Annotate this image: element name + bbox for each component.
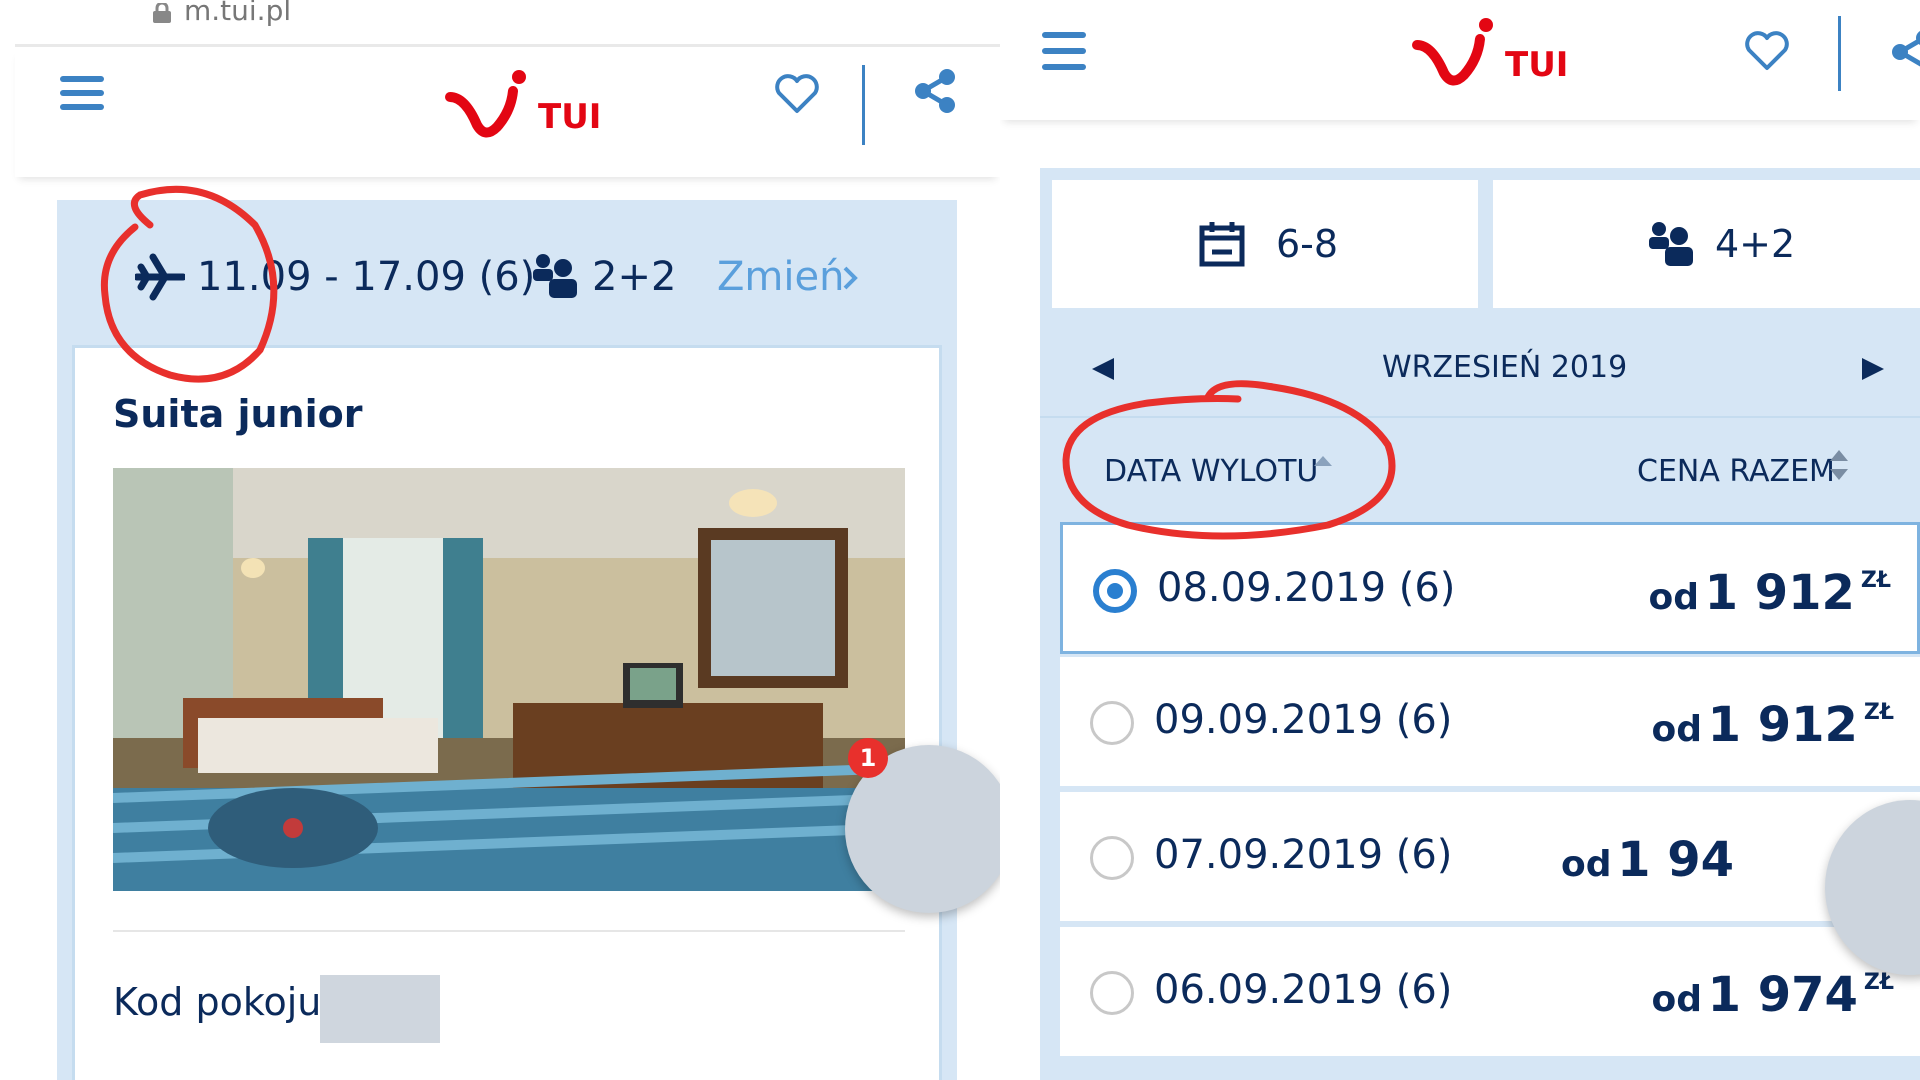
sort-by-price[interactable]: CENA RAZEM: [1637, 454, 1835, 489]
tui-logo[interactable]: TUI: [1412, 15, 1612, 95]
price-value: 1 912: [1704, 565, 1855, 621]
departure-price: od 1 912 ZŁ: [1649, 565, 1891, 621]
departure-price: od 1 974 ZŁ: [1652, 967, 1894, 1023]
prev-month-icon[interactable]: [1090, 356, 1116, 382]
plane-icon: [135, 253, 185, 301]
price-prefix: od: [1561, 844, 1612, 885]
calendar-icon: [1199, 222, 1245, 267]
sort-asc-icon[interactable]: [1312, 454, 1334, 468]
people-icon: [1649, 222, 1693, 266]
change-link[interactable]: Zmień: [717, 254, 844, 300]
passenger-count: 2+2: [592, 254, 677, 300]
radio-selected[interactable]: [1093, 569, 1137, 613]
trip-summary-bar: 11.09 - 17.09 (6) 2+2 Zmień: [57, 200, 957, 340]
departure-date: 09.09.2019 (6): [1154, 697, 1453, 743]
logo-text: TUI: [1505, 45, 1569, 85]
app-header: TUI: [15, 47, 1000, 177]
departure-picker: 6-8 4+2 WRZESIEŃ 2019 DATA WYLOTU CENA R…: [1040, 168, 1920, 1080]
left-screenshot: m.tui.pl TUI 11.09 - 17.09 (6) 2+2 Zmień…: [0, 0, 1000, 1080]
chevron-right-icon[interactable]: [841, 264, 861, 292]
heart-icon[interactable]: [773, 73, 821, 115]
tui-smile-icon: [445, 70, 526, 138]
hamburger-icon[interactable]: [60, 72, 110, 112]
passengers-value: 4+2: [1715, 222, 1796, 266]
room-photo-illustration: [113, 468, 905, 891]
price-value: 1 974: [1707, 967, 1858, 1023]
hotel-room-photo[interactable]: [113, 468, 905, 891]
radio-unselected[interactable]: [1090, 701, 1134, 745]
heart-icon[interactable]: [1743, 30, 1791, 72]
room-description: …: [113, 1060, 147, 1080]
price-prefix: od: [1648, 577, 1700, 618]
room-title: Suita junior: [113, 392, 363, 436]
divider: [113, 930, 905, 932]
sort-header: DATA WYLOTU CENA RAZEM: [1040, 418, 1920, 518]
browser-url-bar[interactable]: m.tui.pl: [0, 0, 1000, 44]
departure-date: 08.09.2019 (6): [1157, 565, 1456, 611]
departure-row[interactable]: 09.09.2019 (6) od 1 912 ZŁ: [1060, 657, 1920, 789]
trip-dates: 11.09 - 17.09 (6): [197, 254, 536, 300]
departure-row[interactable]: 08.09.2019 (6) od 1 912 ZŁ: [1060, 522, 1920, 654]
hamburger-icon[interactable]: [1042, 32, 1092, 72]
price-value: 1 94: [1617, 832, 1734, 888]
month-label: WRZESIEŃ 2019: [1382, 350, 1628, 385]
price-currency: ZŁ: [1860, 568, 1891, 593]
departure-price: od 1 912 ZŁ: [1652, 697, 1894, 753]
radio-unselected[interactable]: [1090, 836, 1134, 880]
next-month-icon[interactable]: [1860, 356, 1886, 382]
departure-row[interactable]: 07.09.2019 (6) od 1 94: [1060, 792, 1920, 924]
passengers-filter[interactable]: 4+2: [1493, 180, 1920, 308]
people-icon: [533, 254, 577, 298]
nights-filter[interactable]: 6-8: [1052, 180, 1478, 308]
price-prefix: od: [1651, 979, 1703, 1020]
price-currency: ZŁ: [1863, 970, 1894, 995]
departure-row[interactable]: 06.09.2019 (6) od 1 974 ZŁ: [1060, 927, 1920, 1059]
app-header: TUI: [1000, 0, 1920, 120]
price-currency: ZŁ: [1863, 700, 1894, 725]
url-text: m.tui.pl: [184, 0, 292, 27]
header-divider: [1838, 16, 1841, 91]
departure-date: 06.09.2019 (6): [1154, 967, 1453, 1013]
sort-toggle-icon[interactable]: [1828, 448, 1850, 482]
sort-by-date[interactable]: DATA WYLOTU: [1104, 454, 1318, 489]
month-navigator: WRZESIEŃ 2019: [1040, 316, 1920, 406]
share-icon[interactable]: [911, 67, 959, 115]
lock-icon: [153, 3, 171, 23]
radio-unselected[interactable]: [1090, 971, 1134, 1015]
tui-smile-icon: [1412, 18, 1493, 86]
booking-card: 11.09 - 17.09 (6) 2+2 Zmień Suita junior: [57, 200, 957, 1080]
price-value: 1 912: [1707, 697, 1858, 753]
room-code-label: Kod pokoju:: [113, 980, 335, 1024]
notification-badge: 1: [848, 738, 888, 778]
departure-price: od 1 94: [1561, 832, 1740, 888]
right-screenshot: TUI 6-8 4+2 WRZESIEŃ 2019 DATA WYLOTU CE…: [1000, 0, 1920, 1080]
nights-value: 6-8: [1276, 222, 1339, 266]
header-divider: [862, 65, 865, 145]
departure-date: 07.09.2019 (6): [1154, 832, 1453, 878]
tui-logo[interactable]: TUI: [435, 67, 635, 147]
room-code-redacted: [320, 975, 440, 1043]
logo-text: TUI: [538, 97, 602, 137]
price-prefix: od: [1651, 709, 1703, 750]
room-card: Suita junior Kod pokoju: …: [72, 345, 942, 1080]
share-icon[interactable]: [1888, 28, 1920, 76]
